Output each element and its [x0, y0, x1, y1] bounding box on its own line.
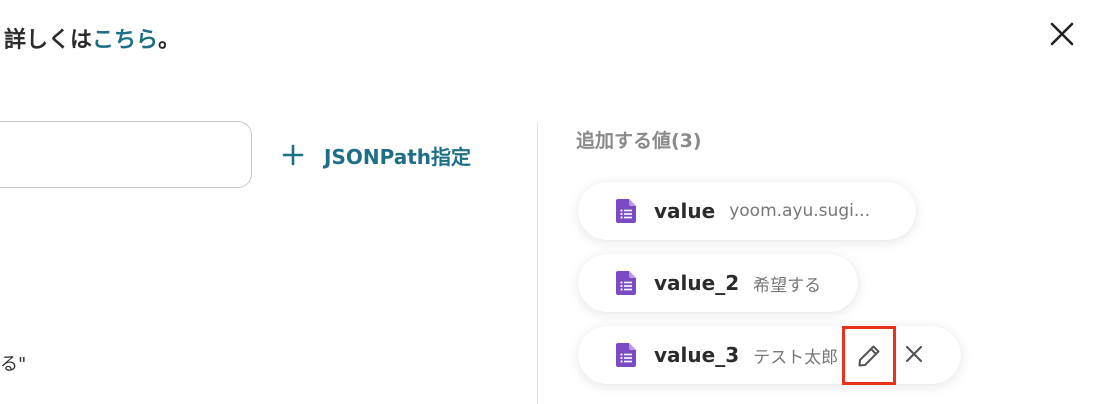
add-jsonpath-label: JSONPath指定 — [324, 144, 472, 169]
details-link[interactable]: こちら — [92, 28, 158, 53]
chip-name: value_3 — [654, 343, 740, 367]
chip-value: yoom.ayu.sugi... — [729, 201, 871, 221]
remove-value-button[interactable] — [900, 340, 928, 368]
jsonpath-input[interactable] — [0, 121, 252, 188]
chip-name: value — [654, 199, 716, 223]
header-text: 詳しくはこちら。 — [4, 22, 180, 54]
chip-value: 希望する — [753, 275, 822, 296]
add-jsonpath-button[interactable]: JSONPath指定 — [282, 138, 471, 172]
divider — [537, 122, 538, 404]
edit-value-button[interactable] — [842, 326, 896, 385]
modal: 詳しくはこちら。 JSONPath指定 る" 追加する値(3) value yo… — [0, 0, 1096, 404]
chip-name: value_2 — [654, 271, 740, 295]
value-chip[interactable]: value yoom.ayu.sugi... — [578, 182, 916, 240]
header-suffix: 。 — [158, 28, 181, 53]
x-icon — [905, 345, 923, 363]
google-forms-icon — [616, 199, 636, 223]
truncated-text: る" — [0, 354, 27, 375]
added-values-title: 追加する値(3) — [576, 130, 702, 152]
close-icon — [1050, 22, 1074, 46]
close-button[interactable] — [1046, 18, 1078, 50]
google-forms-icon — [616, 343, 636, 367]
plus-icon — [282, 144, 304, 166]
google-forms-icon — [616, 271, 636, 295]
header-prefix: 詳しくは — [4, 28, 93, 53]
value-chip[interactable]: value_2 希望する — [578, 254, 858, 312]
pencil-icon — [858, 345, 880, 366]
chip-value: テスト太郎 — [753, 347, 839, 368]
